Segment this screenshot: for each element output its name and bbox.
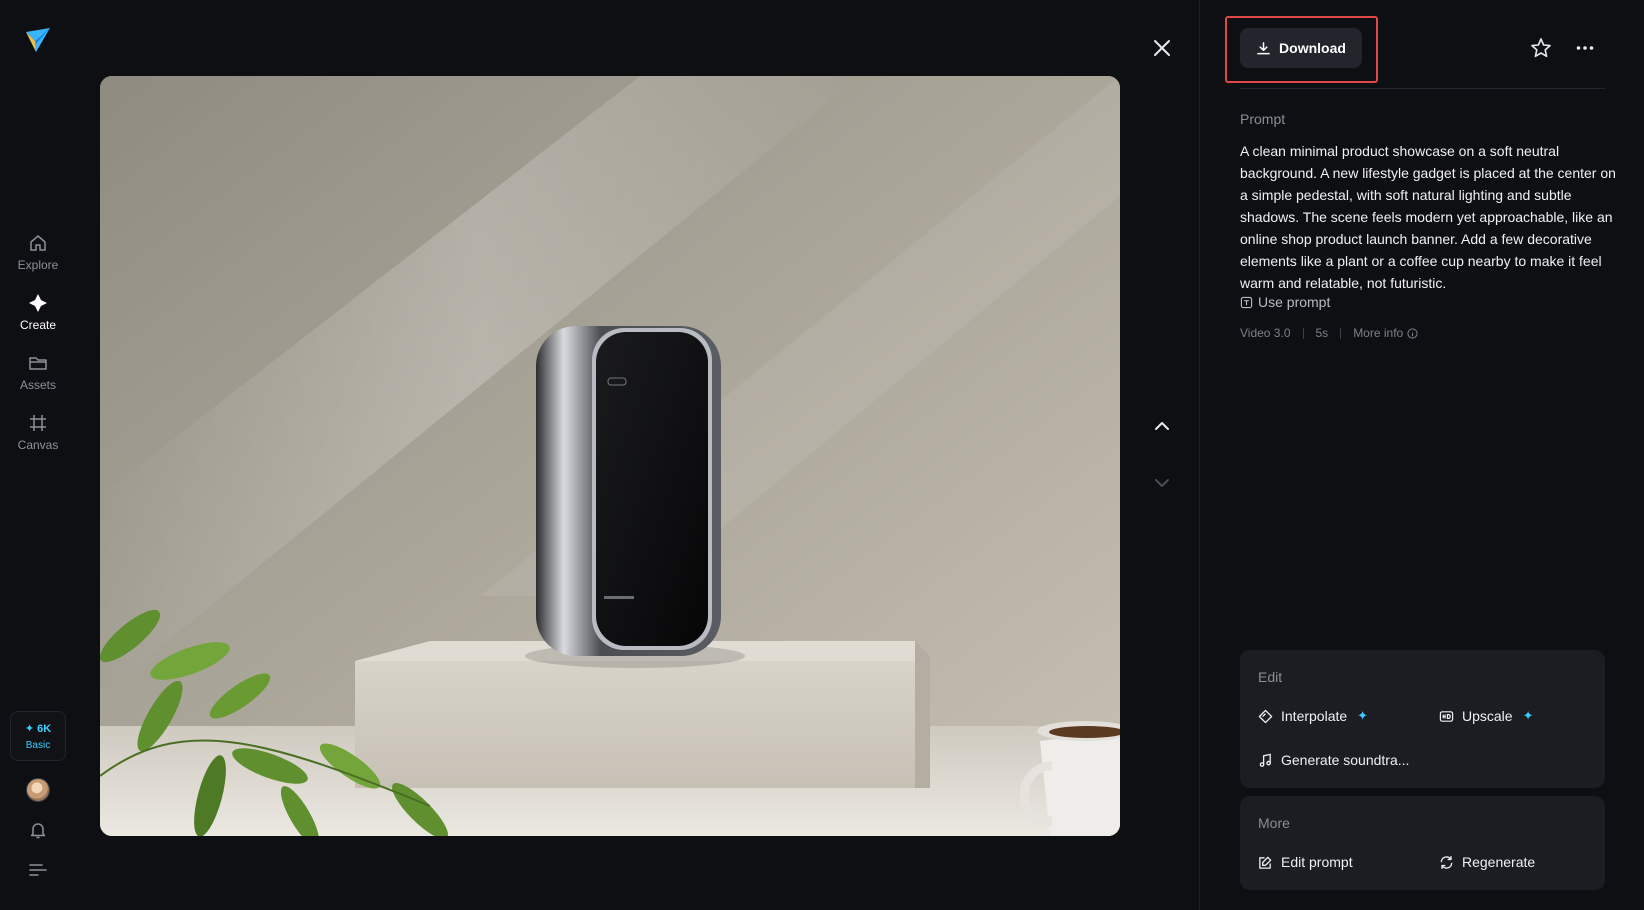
upscale-button[interactable]: Upscale ✦ (1439, 708, 1534, 724)
prompt-label: Prompt (1240, 111, 1286, 127)
upscale-hd-icon (1439, 710, 1454, 722)
close-icon[interactable] (1150, 36, 1174, 60)
more-info-button[interactable]: More info (1353, 326, 1418, 340)
sidebar-item-label: Assets (19, 377, 56, 392)
premium-sparkle-icon: ✦ (1357, 708, 1369, 723)
model-label: Video 3.0 (1240, 326, 1291, 340)
regenerate-icon (1440, 855, 1453, 869)
chevron-up-icon[interactable] (1150, 414, 1174, 438)
download-label: Download (1279, 40, 1346, 56)
generated-image (100, 76, 1120, 836)
use-prompt-label: Use prompt (1258, 294, 1331, 310)
premium-sparkle-icon: ✦ (1522, 708, 1534, 723)
download-button[interactable]: Download (1240, 28, 1362, 68)
sidebar-item-label: Canvas (17, 437, 59, 452)
meta-separator (1340, 327, 1342, 339)
sidebar: Explore Create Assets Canvas ✦ 6K Basic (0, 0, 76, 910)
upscale-label: Upscale (1462, 708, 1513, 724)
info-icon (1407, 327, 1418, 339)
edit-card: Edit Interpolate ✦ Upscale ✦ Generate so… (1240, 650, 1605, 788)
more-title: More (1258, 815, 1290, 831)
generate-soundtrack-label: Generate soundtra... (1281, 752, 1410, 768)
sidebar-item-create[interactable]: Create (0, 282, 76, 342)
sidebar-item-label: Explore (17, 257, 59, 272)
edit-prompt-label: Edit prompt (1281, 854, 1353, 870)
logo-icon[interactable] (24, 26, 52, 54)
bell-icon[interactable] (28, 820, 48, 840)
meta-separator (1302, 327, 1304, 339)
credits-badge[interactable]: ✦ 6K Basic (10, 711, 66, 761)
sidebar-item-label: Create (19, 317, 57, 332)
interpolate-label: Interpolate (1281, 708, 1348, 724)
generation-meta: Video 3.0 5s More info (1240, 326, 1418, 340)
generate-soundtrack-button[interactable]: Generate soundtra... (1258, 752, 1409, 768)
sparkle-icon (29, 293, 47, 312)
music-note-icon (1259, 753, 1271, 767)
download-icon (1257, 41, 1270, 54)
header-divider (1240, 88, 1605, 89)
credits-amount: ✦ 6K (24, 722, 52, 735)
edit-prompt-button[interactable]: Edit prompt (1258, 854, 1353, 870)
details-panel: Download Prompt A clean minimal product … (1200, 0, 1644, 910)
product-scene-image (100, 76, 1120, 836)
duration-label: 5s (1315, 326, 1329, 340)
edit-title: Edit (1258, 669, 1283, 685)
prompt-text: A clean minimal product showcase on a so… (1240, 143, 1616, 291)
menu-icon[interactable] (29, 862, 47, 878)
avatar[interactable] (26, 778, 50, 802)
regenerate-label: Regenerate (1462, 854, 1536, 870)
interpolate-button[interactable]: Interpolate ✦ (1258, 708, 1368, 724)
regenerate-button[interactable]: Regenerate (1439, 854, 1535, 870)
sidebar-nav: Explore Create Assets Canvas (0, 222, 76, 462)
plan-label: Basic (25, 739, 51, 751)
app-root: Explore Create Assets Canvas ✦ 6K Basic … (0, 0, 1644, 910)
more-options-icon[interactable] (1574, 37, 1596, 59)
home-icon (30, 234, 46, 251)
star-icon[interactable] (1530, 37, 1552, 59)
more-info-label: More info (1353, 326, 1404, 340)
canvas-icon (30, 414, 46, 431)
sidebar-item-explore[interactable]: Explore (0, 222, 76, 282)
more-card: More Edit prompt Regenerate (1240, 796, 1605, 890)
sidebar-item-assets[interactable]: Assets (0, 342, 76, 402)
interpolate-icon (1258, 709, 1273, 723)
folder-icon (29, 356, 47, 370)
use-prompt-button[interactable]: Use prompt (1240, 294, 1330, 310)
chevron-down-icon[interactable] (1150, 471, 1174, 495)
edit-icon (1259, 856, 1272, 869)
sidebar-item-canvas[interactable]: Canvas (0, 402, 76, 462)
use-prompt-icon (1240, 296, 1253, 308)
